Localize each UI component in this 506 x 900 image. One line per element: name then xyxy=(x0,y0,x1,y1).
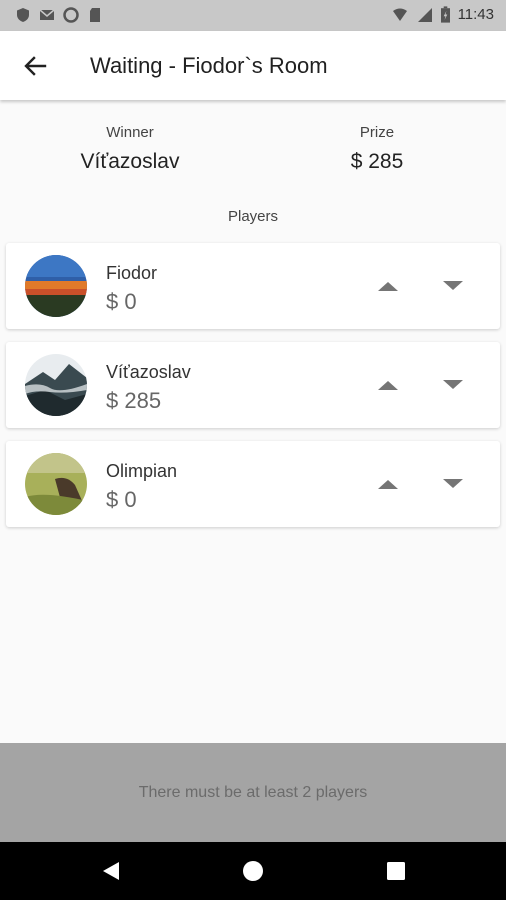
shield-icon xyxy=(17,8,29,22)
player-name: Víťazoslav xyxy=(106,362,191,382)
player-name: Fiodor xyxy=(106,263,158,283)
increase-arrow-icon[interactable] xyxy=(376,474,400,494)
nav-back-icon[interactable] xyxy=(100,860,122,882)
nav-recents-icon[interactable] xyxy=(385,860,407,882)
navigation-bar xyxy=(0,842,506,900)
player-amount: $ 285 xyxy=(106,388,162,413)
players-heading: Players xyxy=(227,208,279,225)
signal-icon xyxy=(417,7,432,22)
app-bar: Waiting - Fiodor`s Room xyxy=(0,31,506,100)
sd-card-icon xyxy=(90,8,100,22)
decrease-arrow-icon[interactable] xyxy=(441,375,465,395)
action-label: There must be at least 2 players xyxy=(138,783,368,801)
player-card: Olimpian $ 0 xyxy=(6,441,500,527)
wifi-icon xyxy=(392,8,407,21)
player-card: Víťazoslav $ 285 xyxy=(6,342,500,428)
player-amount: $ 0 xyxy=(106,487,137,512)
increase-arrow-icon[interactable] xyxy=(376,276,400,296)
battery-icon xyxy=(440,6,450,23)
decrease-arrow-icon[interactable] xyxy=(441,276,465,296)
decrease-arrow-icon[interactable] xyxy=(441,474,465,494)
status-time: 11:43 xyxy=(457,6,494,23)
prize-label: Prize xyxy=(359,124,395,141)
increase-arrow-icon[interactable] xyxy=(376,375,400,395)
avatar xyxy=(25,354,87,416)
avatar xyxy=(25,255,87,317)
player-amount: $ 0 xyxy=(106,289,137,314)
winner-name: Víťazoslav xyxy=(80,150,180,173)
winner-label: Winner xyxy=(106,124,154,141)
status-bar: 11:43 xyxy=(0,0,506,31)
system-icons: 11:43 xyxy=(391,6,494,23)
start-game-button[interactable]: There must be at least 2 players xyxy=(0,743,506,842)
player-name: Olimpian xyxy=(106,461,178,481)
circle-icon xyxy=(63,7,79,23)
page-title: Waiting - Fiodor`s Room xyxy=(90,53,328,78)
player-card: Fiodor $ 0 xyxy=(6,243,500,329)
notification-icons xyxy=(15,7,103,23)
arrow-back-icon[interactable] xyxy=(20,51,50,81)
mail-icon xyxy=(39,9,55,20)
avatar xyxy=(25,453,87,515)
prize-value: $ 285 xyxy=(350,150,404,173)
nav-home-icon[interactable] xyxy=(242,860,264,882)
